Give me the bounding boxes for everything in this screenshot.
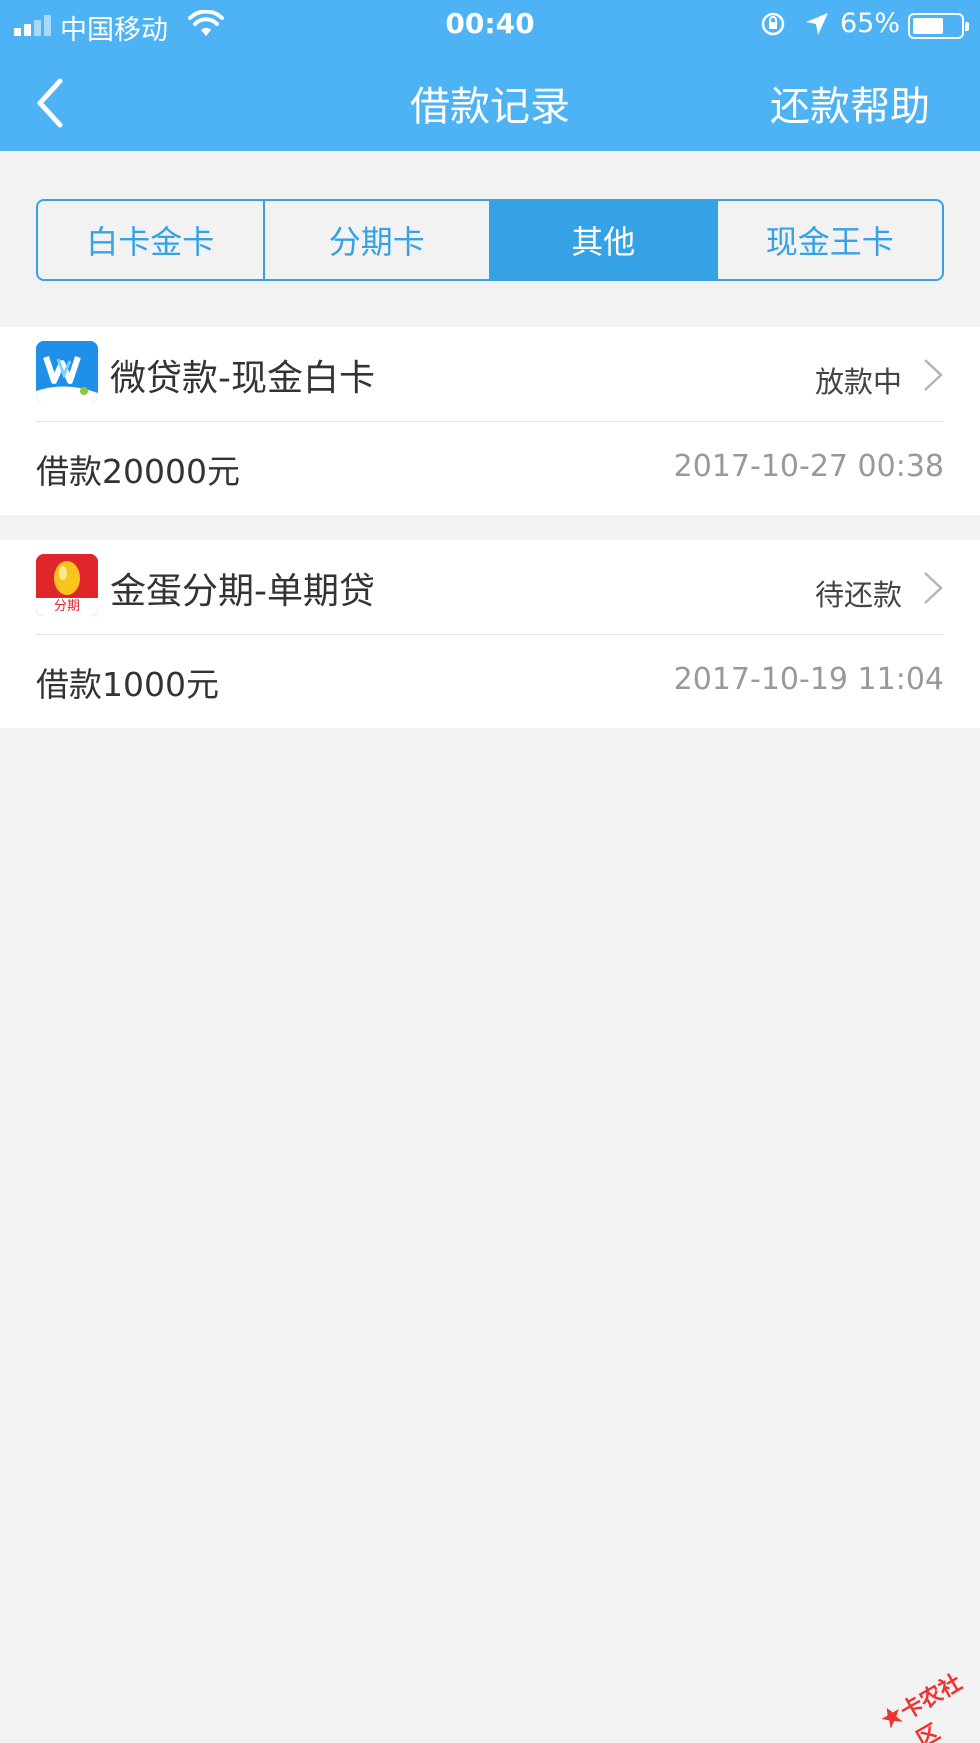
loan-amount: 借款1000元	[36, 665, 219, 704]
loan-record-card[interactable]: 微贷款-现金白卡 放款中 借款20000元 2017-10-27 00:38	[0, 327, 980, 515]
weidai-app-icon	[36, 341, 98, 403]
rotation-lock-icon	[761, 12, 785, 36]
battery-percent: 65%	[840, 8, 901, 39]
watermark-text: 卡农社区	[896, 1670, 967, 1743]
jindan-app-icon: 分期	[36, 554, 98, 616]
status-time: 00:40	[445, 7, 535, 40]
status-bar: 中国移动 00:40 65%	[0, 0, 980, 50]
chevron-right-icon	[924, 572, 943, 604]
battery-icon	[908, 13, 969, 39]
loan-record-card[interactable]: 分期 金蛋分期-单期贷 待还款 借款1000元 2017-10-19 11:04	[0, 540, 980, 728]
loan-date: 2017-10-27 00:38	[673, 449, 944, 484]
tab-installment-card[interactable]: 分期卡	[265, 201, 491, 279]
tab-white-gold-card[interactable]: 白卡金卡	[38, 201, 265, 279]
divider	[36, 634, 944, 635]
back-button[interactable]	[30, 75, 80, 131]
category-tabs: 白卡金卡 分期卡 其他 现金王卡	[36, 199, 944, 281]
header: 中国移动 00:40 65% 借款记录 还款帮助	[0, 0, 980, 151]
loan-amount: 借款20000元	[36, 452, 240, 491]
tab-other[interactable]: 其他	[491, 201, 718, 279]
loan-date: 2017-10-19 11:04	[673, 662, 944, 697]
divider	[36, 421, 944, 422]
loan-product-name: 微贷款-现金白卡	[110, 358, 375, 399]
loan-product-name: 金蛋分期-单期贷	[110, 571, 375, 612]
location-arrow-icon	[806, 13, 828, 35]
loan-status: 放款中	[814, 365, 902, 399]
repayment-help-link[interactable]: 还款帮助	[770, 74, 930, 132]
chevron-right-icon	[924, 359, 943, 391]
loan-status: 待还款	[814, 578, 902, 612]
app-icon-label: 分期	[53, 599, 80, 614]
tab-cash-king-card[interactable]: 现金王卡	[718, 201, 943, 279]
loan-record-header[interactable]: 分期 金蛋分期-单期贷 待还款	[0, 540, 980, 634]
loan-record-header[interactable]: 微贷款-现金白卡 放款中	[0, 327, 980, 421]
watermark: 卡农社区	[868, 1647, 980, 1743]
